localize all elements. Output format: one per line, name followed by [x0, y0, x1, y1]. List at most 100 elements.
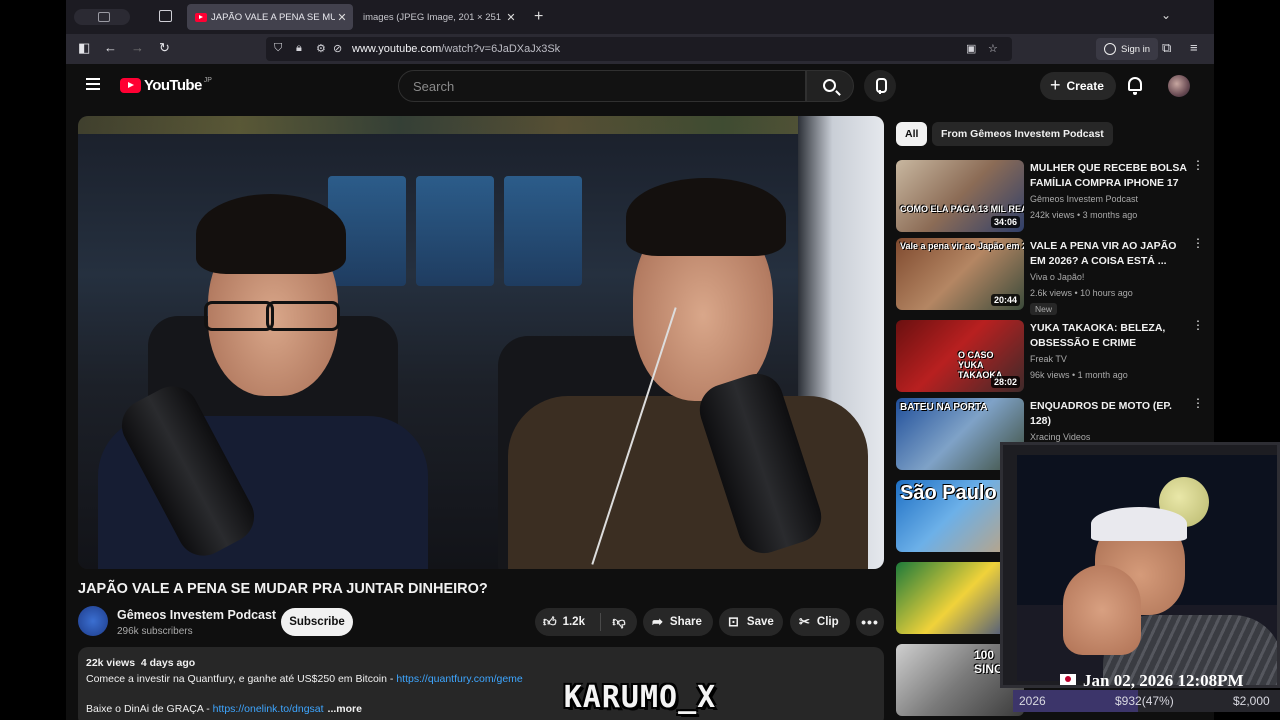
tracking-off-icon[interactable]: ⊘ — [333, 42, 342, 55]
like-button[interactable]: 👍︎ 1.2k — [535, 613, 601, 631]
recommendation-item[interactable]: Vale a pena vir ao Japão em 2026 20:44 V… — [896, 237, 1206, 315]
create-label: Create — [1066, 79, 1104, 93]
hamburger-menu-icon[interactable] — [86, 78, 100, 90]
sidebar-toggle-button[interactable] — [74, 9, 130, 25]
bookmark-icon: ⊡ — [728, 614, 739, 629]
person-right-shirt — [508, 396, 868, 569]
background-shelf — [78, 116, 884, 134]
clip-button[interactable]: ✂ Clip — [790, 608, 850, 636]
recommendation-item[interactable]: O CASO YUKA TAKAOKA 28:02 YUKA TAKAOKA: … — [896, 319, 1206, 392]
recommendation-info: MULHER QUE RECEBE BOLSA FAMÍLIA COMPRA I… — [1030, 161, 1190, 220]
url-bar[interactable]: ⛉ 🔒︎ ⚙ ⊘ www.youtube.com/watch?v=6JaDXaJ… — [266, 37, 1012, 61]
video-thumbnail[interactable]: Vale a pena vir ao Japão em 2026 20:44 — [896, 238, 1024, 310]
tab-image[interactable]: images (JPEG Image, 201 × 251 pixels) ✕ — [358, 4, 522, 30]
thumbnail-text: BATEU NA PORTA — [900, 402, 988, 413]
recommendation-title[interactable]: VALE A PENA VIR AO JAPÃO EM 2026? A COIS… — [1030, 239, 1190, 269]
tab-title: images (JPEG Image, 201 × 251 pixels) — [363, 11, 504, 23]
channel-name[interactable]: Gêmeos Investem Podcast — [117, 608, 276, 622]
url-text[interactable]: www.youtube.com/watch?v=6JaDXaJx3Sk — [352, 43, 560, 55]
thumbnail-text: Vale a pena vir ao Japão em 2026 — [900, 241, 1024, 251]
datetime-text: Jan 02, 2026 12:08PM — [1083, 671, 1244, 690]
like-count: 1.2k — [562, 616, 585, 628]
description-text: Comece a investir na Quantfury, e ganhe … — [86, 673, 397, 685]
close-tab-icon[interactable]: ✕ — [504, 11, 518, 24]
chevron-down-icon[interactable]: ⌄ — [1161, 8, 1171, 22]
show-more-button[interactable]: ...more — [328, 703, 362, 715]
search-button[interactable] — [806, 70, 854, 102]
description-link[interactable]: https://quantfury.com/geme — [396, 673, 522, 685]
voice-search-button[interactable] — [864, 70, 896, 102]
youtube-logo[interactable]: YouTube JP — [120, 77, 212, 94]
recommendation-title[interactable]: ENQUADROS DE MOTO (EP. 128) — [1030, 399, 1190, 429]
recommendation-channel[interactable]: Gêmeos Investem Podcast — [1030, 194, 1190, 204]
recommendation-title[interactable]: YUKA TAKAOKA: BELEZA, OBSESSÃO E CRIME — [1030, 321, 1190, 351]
picture-icon[interactable]: ▣ — [966, 42, 976, 55]
forward-arrow-icon[interactable]: → — [131, 40, 144, 55]
like-dislike-group: 👍︎ 1.2k 👎︎ — [535, 608, 637, 636]
save-button[interactable]: ⊡ Save — [719, 608, 783, 636]
reload-icon[interactable]: ↻ — [159, 40, 170, 56]
video-player[interactable] — [78, 116, 884, 569]
tab-youtube[interactable]: JAPÃO VALE A PENA SE MUDAR PRA JUNTAR DI… — [187, 4, 353, 30]
bookmark-star-icon[interactable]: ☆ — [988, 42, 998, 55]
recommendation-channel[interactable]: Xracing Videos — [1030, 432, 1190, 442]
recommendation-channel[interactable]: Viva o Japão! — [1030, 272, 1190, 282]
channel-avatar[interactable] — [78, 606, 108, 636]
description-line: Comece a investir na Quantfury, e ganhe … — [86, 673, 523, 685]
more-vert-icon[interactable]: ⋮ — [1192, 159, 1204, 171]
description-text: Baixe o DinAi de GRAÇA - — [86, 703, 213, 715]
subscribe-button[interactable]: Subscribe — [281, 608, 353, 636]
youtube-header: YouTube JP Search + Create — [66, 64, 1214, 108]
glasses — [266, 301, 340, 331]
menu-icon[interactable]: ≡ — [1190, 40, 1198, 55]
thumbs-down-icon: 👎︎ — [612, 614, 626, 629]
video-frame — [78, 116, 884, 569]
notifications-bell-icon[interactable] — [1128, 77, 1142, 95]
description-box[interactable]: 22k views 4 days ago Comece a investir n… — [78, 647, 884, 720]
tab-bar: JAPÃO VALE A PENA SE MUDAR PRA JUNTAR DI… — [66, 0, 1214, 34]
search-icon — [823, 79, 836, 92]
video-thumbnail[interactable]: O CASO YUKA TAKAOKA 28:02 — [896, 320, 1024, 392]
avatar[interactable] — [1168, 75, 1190, 97]
back-arrow-icon[interactable]: ← — [104, 40, 117, 55]
search-input[interactable]: Search — [398, 70, 806, 102]
view-meta: 22k views 4 days ago — [86, 657, 195, 669]
more-vert-icon[interactable]: ⋮ — [1192, 319, 1204, 331]
goal-label: 2026 — [1019, 694, 1046, 708]
video-thumbnail[interactable]: COMO ELA PAGA 13 MIL REAIS EM UM CELU 34… — [896, 160, 1024, 232]
more-vert-icon[interactable]: ⋮ — [1192, 397, 1204, 409]
background-panel — [416, 176, 494, 286]
recommendation-title[interactable]: MULHER QUE RECEBE BOLSA FAMÍLIA COMPRA I… — [1030, 161, 1190, 191]
chip-from-channel[interactable]: From Gêmeos Investem Podcast — [932, 122, 1113, 146]
permissions-icon[interactable]: ⚙ — [316, 42, 326, 55]
person-right-hair — [626, 178, 786, 256]
recommendation-info: VALE A PENA VIR AO JAPÃO EM 2026? A COIS… — [1030, 239, 1190, 317]
create-button[interactable]: + Create — [1040, 72, 1116, 100]
chip-all[interactable]: All — [896, 122, 928, 146]
tab-overview-icon[interactable] — [159, 10, 172, 22]
recommendation-channel[interactable]: Freak TV — [1030, 354, 1190, 364]
dislike-button[interactable]: 👎︎ — [601, 614, 637, 630]
save-label: Save — [746, 616, 774, 628]
new-tab-button[interactable]: + — [534, 8, 543, 26]
more-actions-button[interactable]: ••• — [856, 608, 884, 636]
recommendation-meta: 2.6k views • 10 hours ago — [1030, 288, 1133, 298]
recommendation-item[interactable]: COMO ELA PAGA 13 MIL REAIS EM UM CELU 34… — [896, 159, 1206, 232]
description-link[interactable]: https://onelink.to/dngsat — [213, 703, 324, 715]
more-vert-icon[interactable]: ⋮ — [1192, 237, 1204, 249]
sidebar-icon[interactable]: ◧ — [78, 40, 90, 56]
lock-icon[interactable]: 🔒︎ — [296, 42, 302, 55]
subscriber-count: 296k subscribers — [117, 626, 193, 637]
search-placeholder: Search — [413, 79, 455, 94]
extensions-icon[interactable]: ⧉ — [1162, 40, 1171, 56]
close-tab-icon[interactable]: ✕ — [335, 11, 349, 24]
sign-in-button[interactable]: Sign in — [1096, 38, 1159, 60]
recommendation-info: YUKA TAKAOKA: BELEZA, OBSESSÃO E CRIME F… — [1030, 321, 1190, 380]
logo-text: YouTube — [144, 77, 202, 94]
share-button[interactable]: ➦ Share — [643, 608, 713, 636]
duration-badge: 34:06 — [990, 216, 1020, 228]
recommendation-info: ENQUADROS DE MOTO (EP. 128) Xracing Vide… — [1030, 399, 1190, 442]
post-date: 4 days ago — [140, 657, 196, 669]
shield-icon[interactable]: ⛉ — [274, 42, 282, 55]
region-code: JP — [203, 77, 212, 84]
